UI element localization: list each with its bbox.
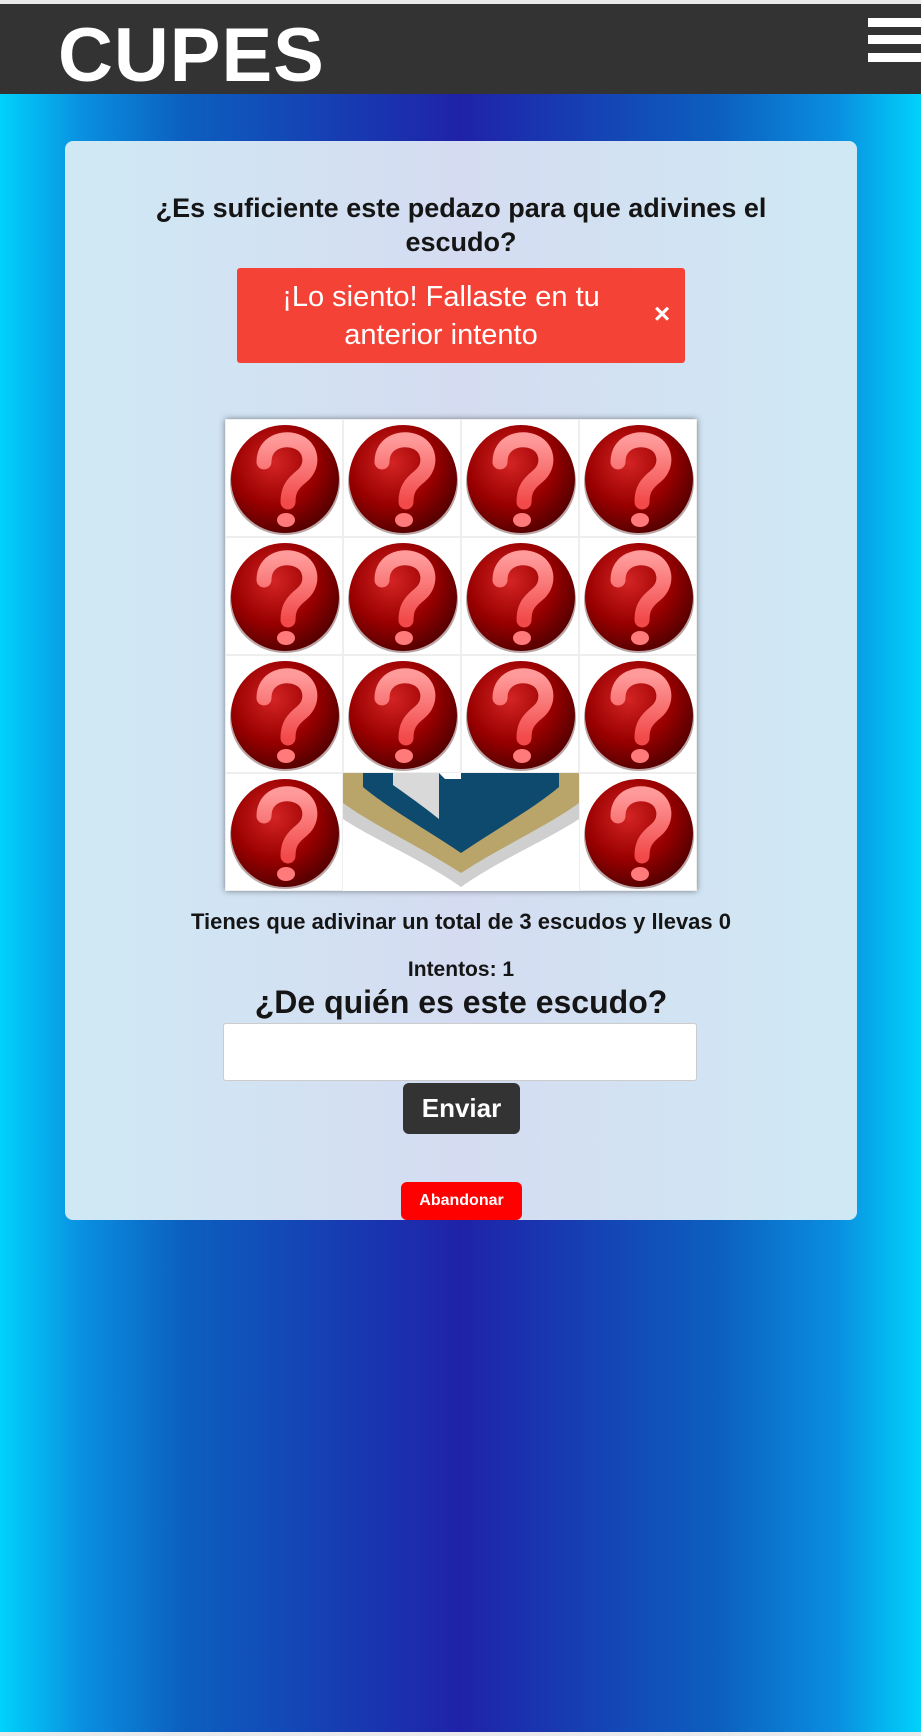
hidden-tile[interactable]: [579, 537, 697, 655]
close-icon[interactable]: ×: [647, 296, 677, 332]
shield-puzzle-grid: [225, 419, 697, 891]
hidden-tile[interactable]: [225, 537, 343, 655]
abandon-button[interactable]: Abandonar: [401, 1182, 522, 1220]
question-mark-icon: [580, 420, 698, 538]
hidden-tile[interactable]: [225, 419, 343, 537]
hidden-tile[interactable]: [343, 537, 461, 655]
hidden-tile[interactable]: [461, 419, 579, 537]
brand-logo[interactable]: CUPES: [58, 14, 325, 98]
bottom-edge: [0, 1732, 921, 1736]
question-mark-icon: [580, 656, 698, 774]
navbar: CUPES: [0, 4, 921, 98]
shield-fragment-image: [343, 773, 579, 891]
progress-text: Tienes que adivinar un total de 3 escudo…: [190, 909, 732, 934]
question-mark-icon: [580, 538, 698, 656]
question-mark-icon: [344, 656, 462, 774]
question-mark-icon: [344, 538, 462, 656]
hidden-tile[interactable]: [579, 655, 697, 773]
hidden-tile[interactable]: [579, 419, 697, 537]
submit-button[interactable]: Enviar: [403, 1083, 520, 1134]
question-mark-icon: [226, 420, 344, 538]
question-mark-icon: [580, 774, 698, 892]
prompt-heading: ¿De quién es este escudo?: [254, 984, 668, 1020]
question-mark-icon: [226, 538, 344, 656]
hidden-tile[interactable]: [343, 655, 461, 773]
hidden-tile[interactable]: [461, 537, 579, 655]
hidden-tile[interactable]: [225, 773, 343, 891]
hidden-tile[interactable]: [225, 655, 343, 773]
question-mark-icon: [462, 656, 580, 774]
question-heading: ¿Es suficiente este pedazo para que adiv…: [155, 193, 767, 257]
hamburger-menu-icon[interactable]: [868, 14, 921, 66]
answer-input[interactable]: [223, 1023, 697, 1081]
attempts-counter: Intentos: 1: [407, 958, 515, 981]
menu-bar: [868, 35, 921, 44]
hidden-tile[interactable]: [579, 773, 697, 891]
game-card: ¿Es suficiente este pedazo para que adiv…: [65, 141, 857, 1220]
question-mark-icon: [226, 656, 344, 774]
question-mark-icon: [462, 420, 580, 538]
menu-bar: [868, 53, 921, 62]
question-mark-icon: [344, 420, 462, 538]
question-mark-icon: [462, 538, 580, 656]
error-alert: ¡Lo siento! Fallaste en tu anterior inte…: [237, 268, 685, 363]
hidden-tile[interactable]: [343, 419, 461, 537]
alert-message: ¡Lo siento! Fallaste en tu anterior inte…: [282, 281, 600, 351]
question-mark-icon: [226, 774, 344, 892]
revealed-shield-piece: [343, 773, 579, 891]
hidden-tile[interactable]: [461, 655, 579, 773]
menu-bar: [868, 18, 921, 27]
